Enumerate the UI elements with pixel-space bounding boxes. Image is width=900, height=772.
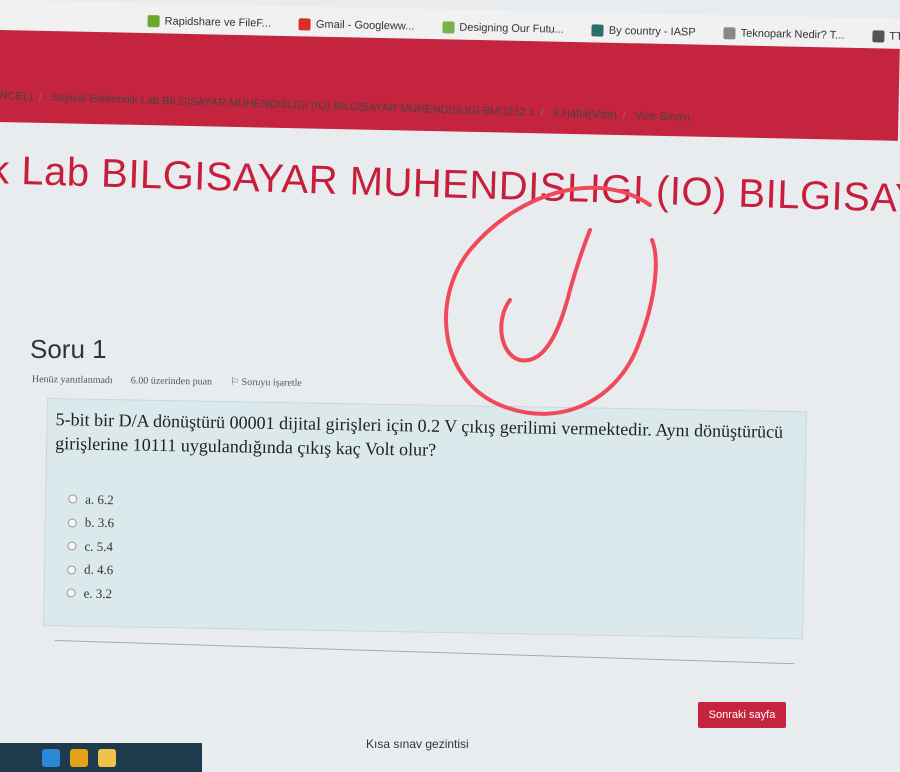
bookmark-label: Designing Our Futu... <box>459 21 564 36</box>
answer-label[interactable]: c. 5.4 <box>84 538 113 554</box>
answer-label[interactable]: a. 6.2 <box>85 491 114 507</box>
site-header-banner <box>0 30 900 141</box>
flag-question-label: Soruyu işaretle <box>241 376 302 389</box>
radio-button[interactable] <box>66 588 76 598</box>
gmail-icon <box>298 18 312 31</box>
answer-option[interactable]: d. 4.6 <box>66 558 114 582</box>
answer-option[interactable]: c. 5.4 <box>67 534 114 558</box>
answer-label[interactable]: b. 3.6 <box>85 515 115 532</box>
question-info: Henüz yanıtlanmadı 6.00 üzerinden puan ⚐… <box>32 374 302 389</box>
breadcrumb-item[interactable]: NCEL) <box>0 90 33 103</box>
globe-icon <box>591 24 604 37</box>
edge-icon[interactable] <box>42 748 60 767</box>
chrome-icon[interactable] <box>70 748 88 767</box>
answer-label[interactable]: e. 3.2 <box>83 585 112 601</box>
question-text: 5-bit bir D/A dönüştürü 00001 dijital gi… <box>55 409 784 460</box>
quiz-navigation-label[interactable]: Kısa sınav gezintisi <box>366 737 469 751</box>
bookmark-label: By country - IASP <box>608 24 696 39</box>
site-icon <box>872 30 885 43</box>
flag-question-link[interactable]: ⚐ Soruyu işaretle <box>230 377 302 389</box>
bookmark-item[interactable]: Designing Our Futu... <box>428 21 578 36</box>
answer-option[interactable]: e. 3.2 <box>66 581 113 605</box>
bookmark-item[interactable]: Rapidshare ve FileF... <box>0 12 285 30</box>
radio-button[interactable] <box>66 565 77 575</box>
annotation-check <box>499 228 592 363</box>
question-status: Henüz yanıtlanmadı <box>31 374 113 387</box>
answer-options: a. 6.2 b. 3.6 c. 5.4 d. 4.6 e. 3.2 <box>66 487 114 605</box>
link-icon <box>723 27 736 40</box>
question-box: 5-bit bir D/A dönüştürü 00001 dijital gi… <box>43 398 807 640</box>
folder-icon[interactable] <box>98 748 116 767</box>
question-heading: Soru 1 <box>30 334 107 364</box>
bookmark-item[interactable]: Teknopark Nedir? T... <box>710 27 859 42</box>
answer-option[interactable]: b. 3.6 <box>67 511 115 535</box>
question-points: 6.00 üzerinden puan <box>130 375 213 388</box>
annotation-circle <box>444 185 658 416</box>
radio-button[interactable] <box>67 541 77 551</box>
next-page-button[interactable]: Sonraki sayfa <box>698 702 786 728</box>
page-icon <box>442 21 455 34</box>
bookmark-label: TTGB_STRATEJIK_ <box>889 30 900 45</box>
bookmark-item[interactable]: By country - IASP <box>578 24 710 39</box>
bookmark-item[interactable]: Gmail - Googleww... <box>285 18 429 33</box>
divider <box>54 640 795 665</box>
bookmark-label: Gmail - Googleww... <box>315 18 415 33</box>
answer-option[interactable]: a. 6.2 <box>68 487 115 511</box>
bookmark-label: Rapidshare ve FileF... <box>164 15 272 30</box>
radio-button[interactable] <box>68 494 78 504</box>
breadcrumb-item[interactable]: Vize Sınavı <box>635 110 691 124</box>
taskbar <box>0 743 202 772</box>
answer-label[interactable]: d. 4.6 <box>84 562 114 579</box>
bookmark-item[interactable]: TTGB_STRATEJIK_ <box>858 30 900 45</box>
star-icon <box>147 15 160 28</box>
breadcrumb-item[interactable]: 9.Hafta(Vize) <box>553 107 617 121</box>
bookmark-label: Teknopark Nedir? T... <box>740 27 845 42</box>
page-title: k Lab BILGISAYAR MUHENDISLIGI (IO) BILGI… <box>0 148 900 225</box>
radio-button[interactable] <box>67 518 77 528</box>
flag-icon: ⚐ <box>230 376 242 388</box>
